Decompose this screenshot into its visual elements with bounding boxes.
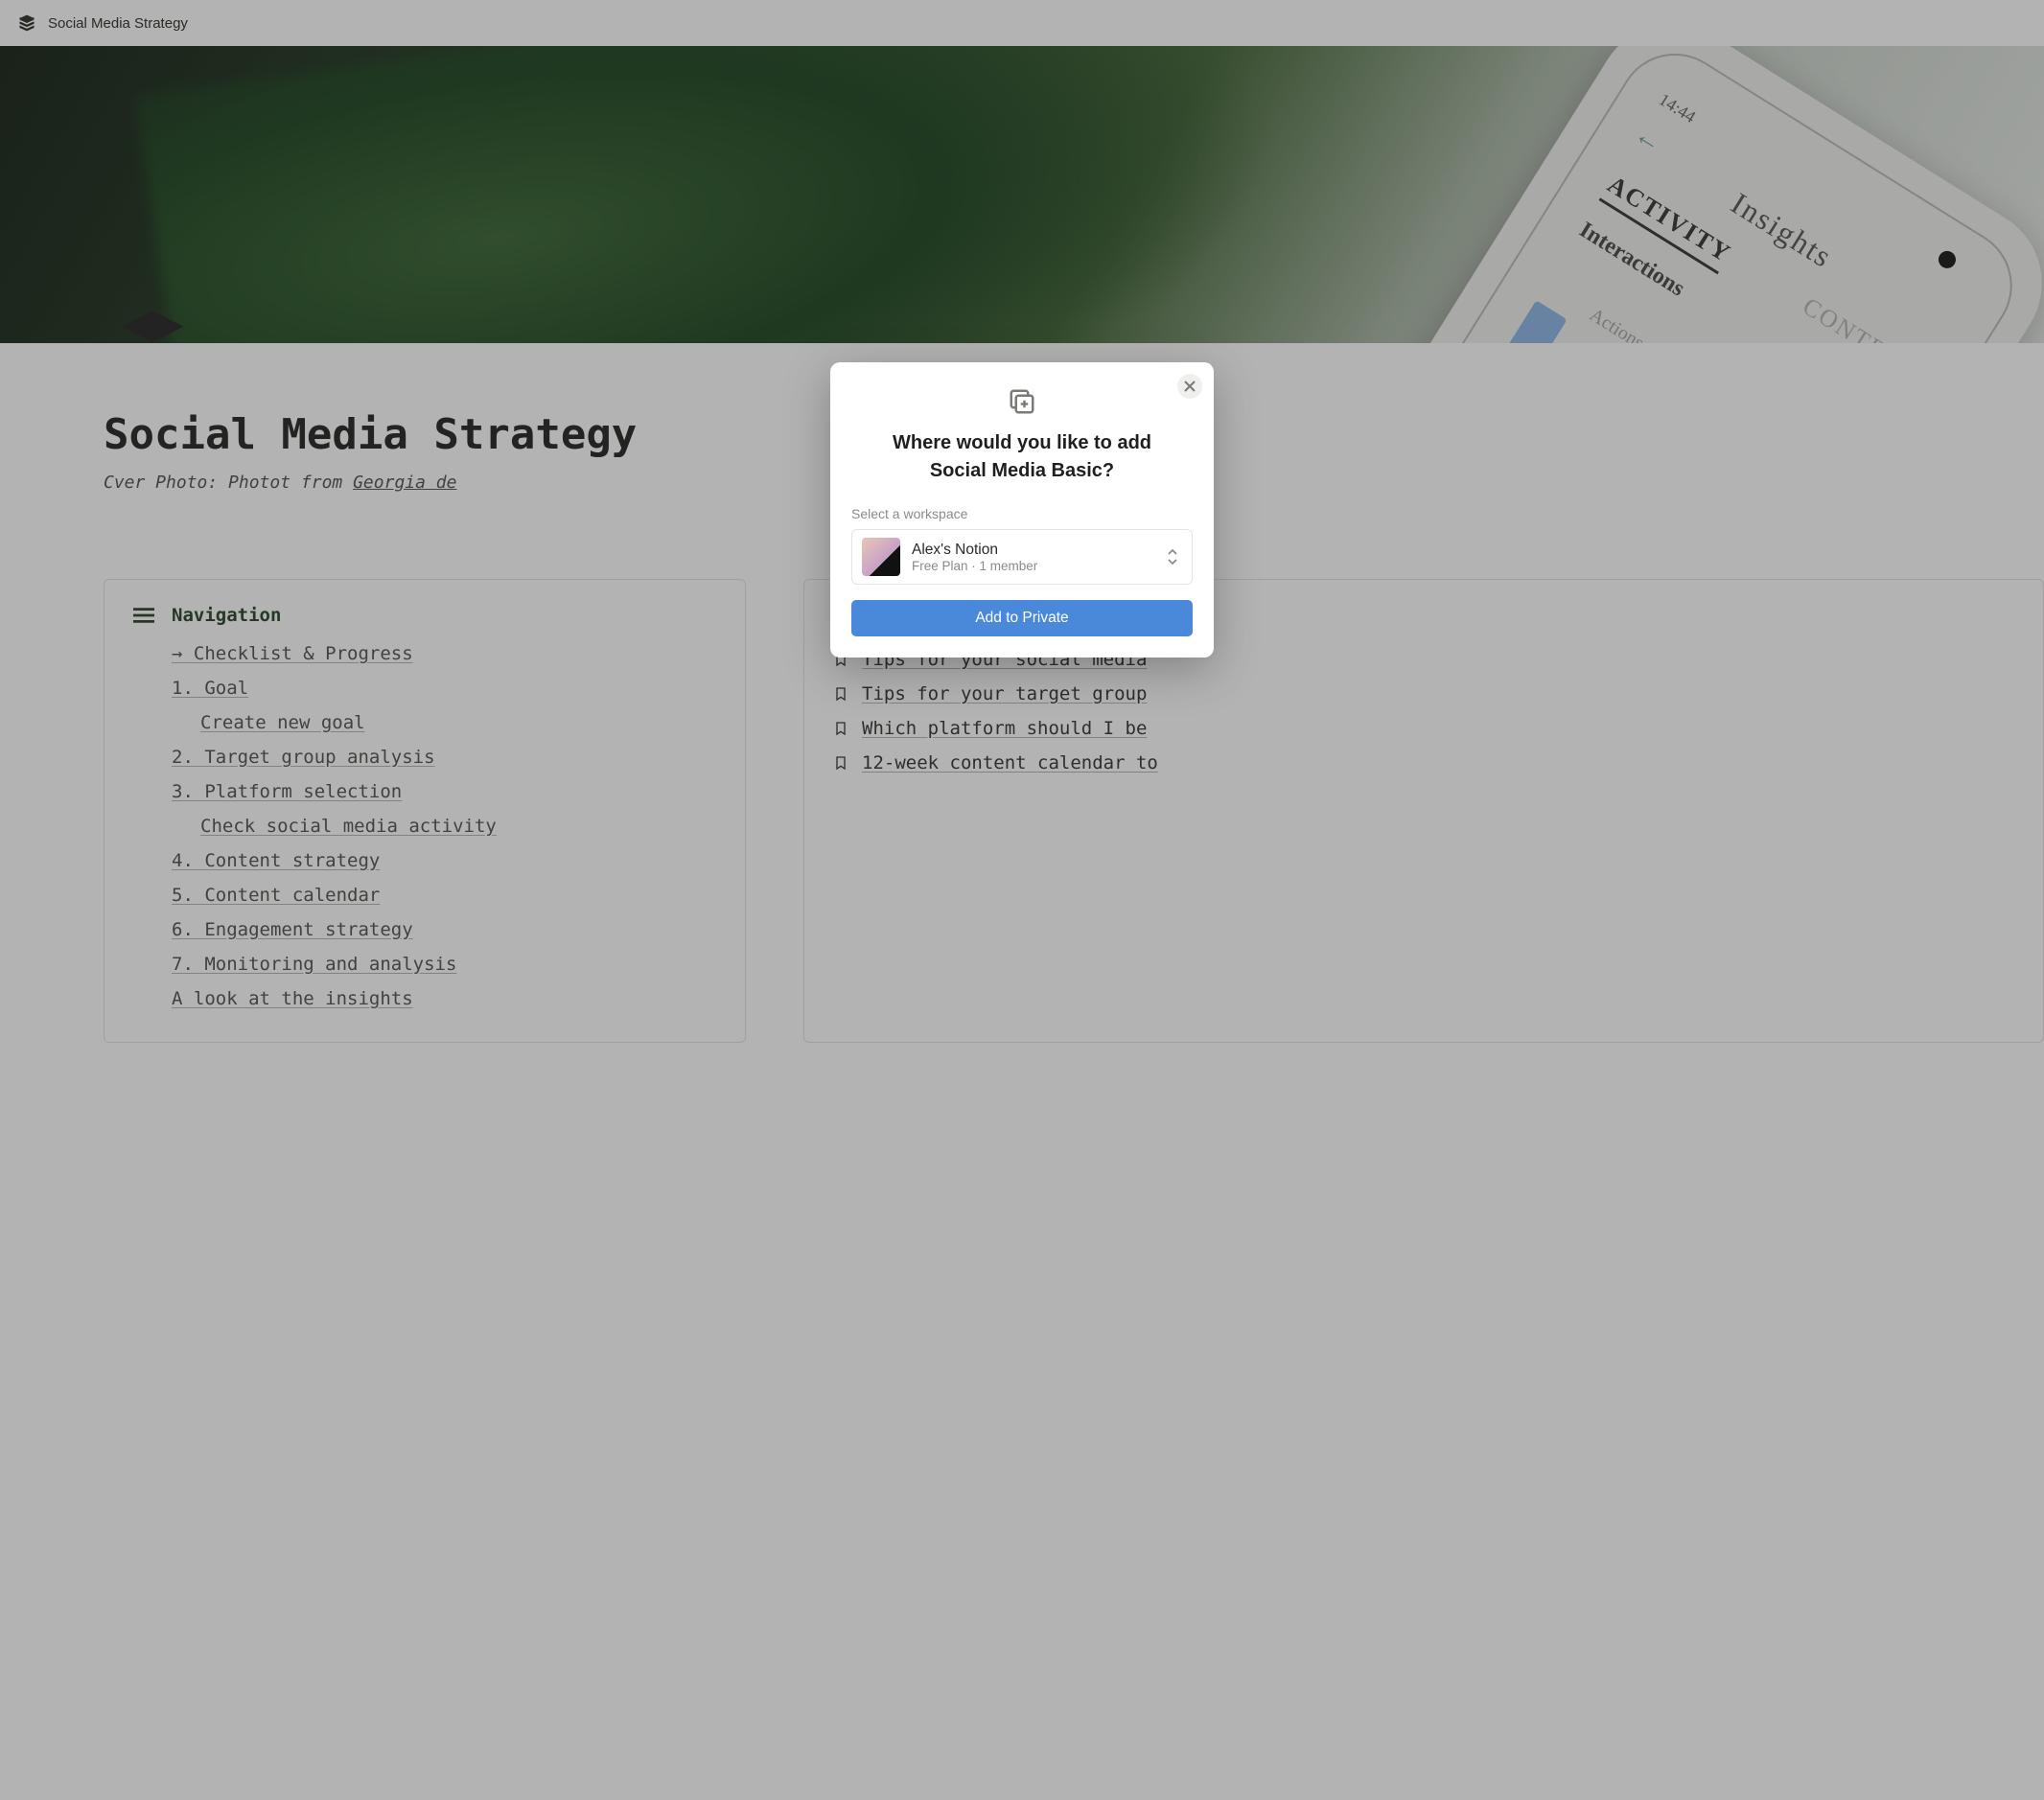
modal-select-label: Select a workspace [851,506,1193,521]
modal-scrim[interactable] [0,0,2044,1800]
duplicate-plus-icon [1008,387,1036,416]
workspace-meta: Free Plan · 1 member [912,559,1037,573]
workspace-name: Alex's Notion [912,542,1037,559]
modal-close-button[interactable] [1177,374,1202,399]
workspace-select[interactable]: Alex's Notion Free Plan · 1 member [851,529,1193,585]
add-to-workspace-modal: Where would you like to add Social Media… [830,362,1214,658]
modal-title: Where would you like to add Social Media… [851,429,1193,485]
chevron-up-down-icon [1167,548,1178,565]
close-icon [1184,381,1196,392]
workspace-avatar [862,538,900,576]
add-to-private-button[interactable]: Add to Private [851,600,1193,636]
